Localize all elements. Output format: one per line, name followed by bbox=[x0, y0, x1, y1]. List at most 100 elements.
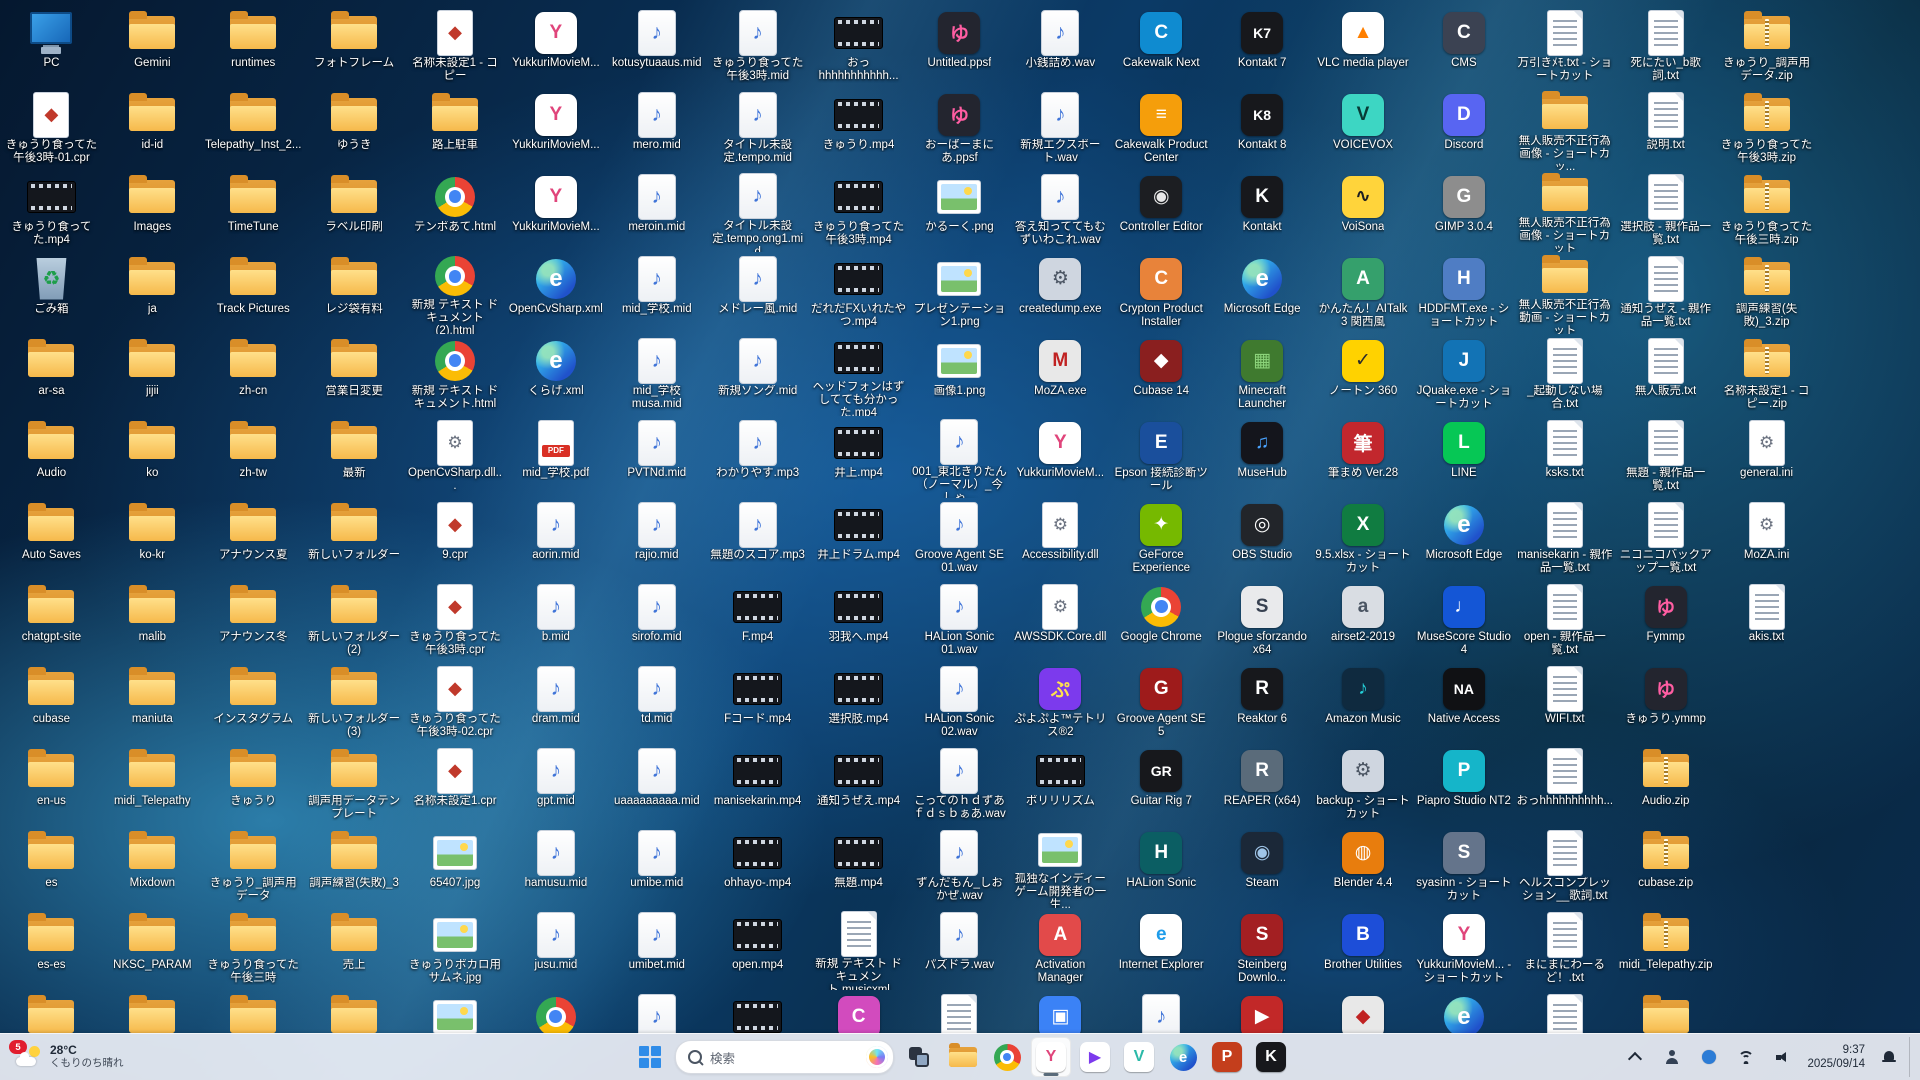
desktop-icon[interactable]: ♪rajio.mid bbox=[606, 498, 707, 580]
desktop-icon[interactable]: フォトフレーム bbox=[304, 6, 405, 88]
desktop-icon[interactable]: 選択肢 - 親作品一覧.txt bbox=[1615, 170, 1716, 252]
desktop-icon[interactable]: ゆおーばーまにあ.ppsf bbox=[909, 88, 1010, 170]
desktop-icon[interactable]: ♪HALion Sonic 01.wav bbox=[909, 580, 1010, 662]
desktop-icon[interactable]: 筆筆まめ Ver.28 bbox=[1313, 416, 1414, 498]
desktop-icon[interactable]: GGroove Agent SE 5 bbox=[1111, 662, 1212, 744]
desktop-icon[interactable]: ko-kr bbox=[102, 498, 203, 580]
desktop-icon[interactable]: ♪新規ソング.mid bbox=[707, 334, 808, 416]
desktop-icon[interactable]: CCMS bbox=[1413, 6, 1514, 88]
taskbar-app-media-player[interactable]: ▶ bbox=[1075, 1037, 1115, 1077]
desktop-icon[interactable]: ♪ずんだもん_しおかぜ.wav bbox=[909, 826, 1010, 908]
desktop-icon[interactable]: SSteinberg Downlo... bbox=[1212, 908, 1313, 990]
desktop-icon[interactable]: YYukkuriMovieM... bbox=[1010, 416, 1111, 498]
desktop-icon[interactable]: ⚙createdump.exe bbox=[1010, 252, 1111, 334]
desktop-icon[interactable]: ♪Groove Agent SE 01.wav bbox=[909, 498, 1010, 580]
desktop-icon[interactable]: TimeTune bbox=[203, 170, 304, 252]
desktop-icon[interactable]: テンポあて.html bbox=[405, 170, 506, 252]
desktop-icon[interactable]: きゅうり_調声用データ.zip bbox=[1716, 6, 1817, 88]
taskbar-app-yukkuri-movie-maker[interactable]: Y bbox=[1031, 1037, 1071, 1077]
desktop-icon[interactable]: ♪パズドラ.wav bbox=[909, 908, 1010, 990]
desktop-icon[interactable]: zh-tw bbox=[203, 416, 304, 498]
desktop-icon[interactable]: きゅうりボカロ用サムネ.jpg bbox=[405, 908, 506, 990]
desktop-icon[interactable]: ♪小銭詰め.wav bbox=[1010, 6, 1111, 88]
desktop-icon[interactable]: F.mp4 bbox=[707, 580, 808, 662]
taskbar-app-task-view[interactable] bbox=[899, 1037, 939, 1077]
desktop-icon[interactable]: 新規 テキスト ドキュメント (2).html bbox=[405, 252, 506, 334]
desktop-icon[interactable]: GRGuitar Rig 7 bbox=[1111, 744, 1212, 826]
desktop-icon[interactable]: 調声用データテンプレート bbox=[304, 744, 405, 826]
desktop-icon[interactable]: ▲VLC media player bbox=[1313, 6, 1414, 88]
desktop-icon[interactable]: きゅうり食ってた午後三時 bbox=[203, 908, 304, 990]
clock[interactable]: 9:37 2025/09/14 bbox=[1807, 1043, 1865, 1071]
desktop-icon[interactable]: es bbox=[1, 826, 102, 908]
desktop-icon[interactable]: ラベル印刷 bbox=[304, 170, 405, 252]
desktop-icon[interactable]: きゅうり食ってた午後3時.mp4 bbox=[808, 170, 909, 252]
desktop-icon[interactable]: ◆9.cpr bbox=[405, 498, 506, 580]
desktop-icon[interactable]: ar-sa bbox=[1, 334, 102, 416]
tray-overflow-button[interactable] bbox=[1618, 1040, 1652, 1074]
desktop-icon[interactable]: K7Kontakt 7 bbox=[1212, 6, 1313, 88]
desktop-icon[interactable]: 調声練習(失敗)_3 bbox=[304, 826, 405, 908]
desktop-icon[interactable]: Track Pictures bbox=[203, 252, 304, 334]
desktop-icon[interactable]: Mixdown bbox=[102, 826, 203, 908]
show-desktop-button[interactable] bbox=[1909, 1037, 1914, 1077]
desktop-icon[interactable]: HHALion Sonic bbox=[1111, 826, 1212, 908]
desktop-icon[interactable]: ♪td.mid bbox=[606, 662, 707, 744]
desktop-icon[interactable]: 無人販売不正行為 画像 - ショートカッ... bbox=[1514, 88, 1615, 170]
desktop-icon[interactable]: ゆUntitled.ppsf bbox=[909, 6, 1010, 88]
desktop-icon[interactable]: manisekarin.mp4 bbox=[707, 744, 808, 826]
desktop-icon[interactable]: 新しいフォルダー bbox=[304, 498, 405, 580]
desktop-icon[interactable]: ゆきゅうり.ymmp bbox=[1615, 662, 1716, 744]
desktop-icon[interactable]: manisekarin - 親作品一覧.txt bbox=[1514, 498, 1615, 580]
desktop-icon[interactable]: 無人販売.txt bbox=[1615, 334, 1716, 416]
desktop-icon[interactable]: ♪きゅうり食ってた午後3時.mid bbox=[707, 6, 808, 88]
desktop-icon[interactable]: ♪Amazon Music bbox=[1313, 662, 1414, 744]
desktop-icon[interactable]: ポリリリズム bbox=[1010, 744, 1111, 826]
desktop-icon[interactable] bbox=[405, 990, 506, 1034]
desktop-icon[interactable]: ヘルスコンプレッション__歌詞.txt bbox=[1514, 826, 1615, 908]
volume-button[interactable] bbox=[1766, 1040, 1800, 1074]
desktop-icon[interactable]: ♪新規エクスポート.wav bbox=[1010, 88, 1111, 170]
desktop-icon[interactable]: open.mp4 bbox=[707, 908, 808, 990]
desktop-icon[interactable]: 無題 - 親作品一覧.txt bbox=[1615, 416, 1716, 498]
desktop-icon[interactable]: ♪mid_学校musa.mid bbox=[606, 334, 707, 416]
desktop-icon[interactable]: YYukkuriMovieM... bbox=[505, 170, 606, 252]
desktop-icon[interactable]: ♪jusu.mid bbox=[505, 908, 606, 990]
desktop-icon[interactable]: 死にたい_b歌詞.txt bbox=[1615, 6, 1716, 88]
desktop-icon[interactable] bbox=[1, 990, 102, 1034]
desktop-icon[interactable]: eくらげ.xml bbox=[505, 334, 606, 416]
desktop-icon[interactable]: DDiscord bbox=[1413, 88, 1514, 170]
desktop-icon[interactable]: Fコード.mp4 bbox=[707, 662, 808, 744]
desktop-icon[interactable]: ♻ごみ箱 bbox=[1, 252, 102, 334]
desktop-icon[interactable]: 通知うぜえ - 親作品一覧.txt bbox=[1615, 252, 1716, 334]
desktop-icon[interactable]: 無人販売不正行為 画像 - ショートカット bbox=[1514, 170, 1615, 252]
desktop-icon[interactable]: ♪HALion Sonic 02.wav bbox=[909, 662, 1010, 744]
widgets-weather-button[interactable]: 5 28°C くもりのち晴れ bbox=[6, 1037, 134, 1077]
desktop-icon[interactable]: きゅうり食ってた.mp4 bbox=[1, 170, 102, 252]
desktop-icon[interactable]: ⚙MoZA.ini bbox=[1716, 498, 1817, 580]
desktop-icon[interactable]: ja bbox=[102, 252, 203, 334]
desktop-icon[interactable]: アナウンス夏 bbox=[203, 498, 304, 580]
desktop-icon[interactable]: ♫MuseHub bbox=[1212, 416, 1313, 498]
desktop-icon[interactable]: ♪kotusytuaaus.mid bbox=[606, 6, 707, 88]
desktop-icon[interactable]: おっhhhhhhhhhh... bbox=[1514, 744, 1615, 826]
desktop-icon[interactable]: ◉Steam bbox=[1212, 826, 1313, 908]
desktop-icon[interactable]: maniuta bbox=[102, 662, 203, 744]
desktop-icon[interactable]: ♪meroin.mid bbox=[606, 170, 707, 252]
desktop-icon[interactable]: 新規 テキスト ドキュメント.html bbox=[405, 334, 506, 416]
desktop-icon[interactable] bbox=[203, 990, 304, 1034]
desktop-icon[interactable]: PC bbox=[1, 6, 102, 88]
desktop-icon[interactable]: きゅうり bbox=[203, 744, 304, 826]
desktop-icon[interactable]: ∿VoiSona bbox=[1313, 170, 1414, 252]
desktop-icon[interactable]: KKontakt bbox=[1212, 170, 1313, 252]
desktop-icon[interactable]: きゅうり食ってた午後3時.zip bbox=[1716, 88, 1817, 170]
desktop-icon[interactable]: midi_Telepathy bbox=[102, 744, 203, 826]
desktop-icon[interactable]: YYukkuriMovieM... bbox=[505, 6, 606, 88]
desktop-icon[interactable]: id-id bbox=[102, 88, 203, 170]
desktop-icon[interactable]: YYukkuriMovieM... - ショートカット bbox=[1413, 908, 1514, 990]
taskbar-app-google-chrome[interactable] bbox=[987, 1037, 1027, 1077]
desktop-icon[interactable] bbox=[304, 990, 405, 1034]
desktop-icon[interactable]: 孤独なインディーゲーム開発者の一生... bbox=[1010, 826, 1111, 908]
desktop-icon[interactable] bbox=[707, 990, 808, 1034]
desktop-icon[interactable]: CCrypton Product Installer bbox=[1111, 252, 1212, 334]
